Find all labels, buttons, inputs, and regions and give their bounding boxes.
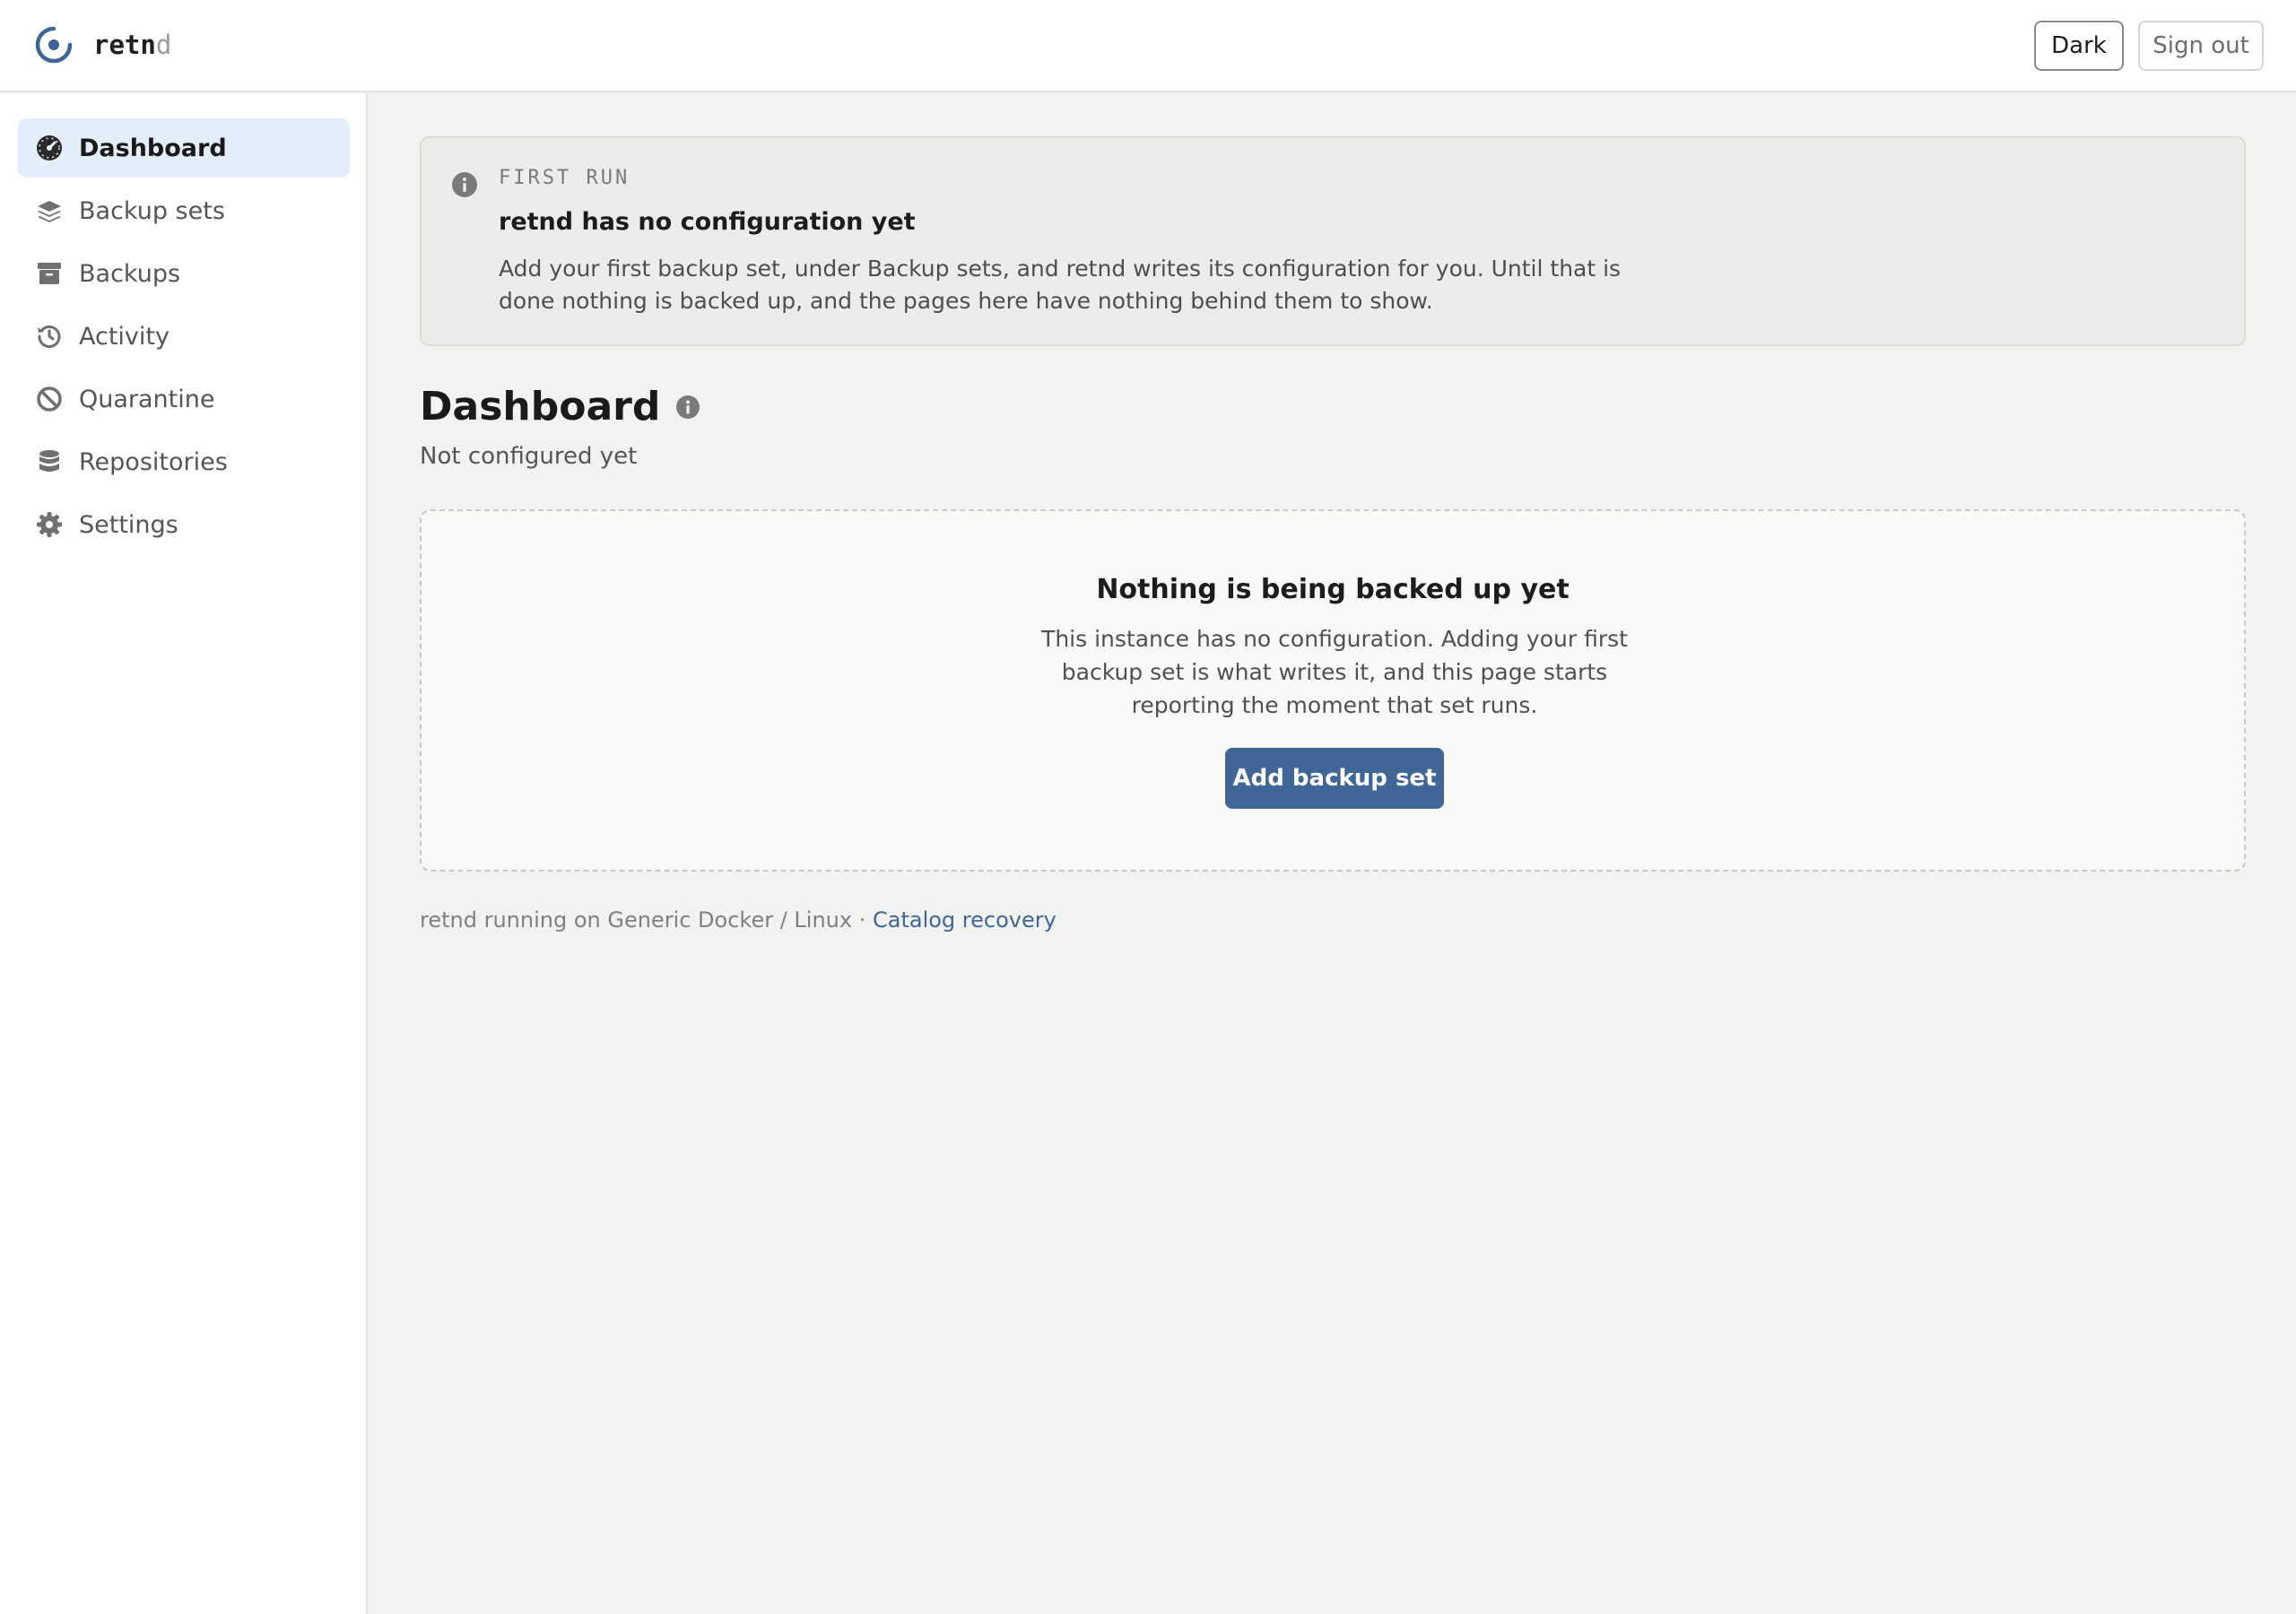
- empty-state-card: Nothing is being backed up yet This inst…: [420, 509, 2246, 872]
- sidebar-item-label: Activity: [79, 322, 170, 351]
- database-icon: [39, 450, 59, 472]
- notice-kicker: FIRST RUN: [499, 167, 631, 189]
- sidebar-item-label: Backups: [79, 259, 181, 288]
- ban-icon: [37, 386, 62, 412]
- layers-icon: [38, 201, 61, 222]
- gear-icon: [37, 512, 62, 537]
- brand[interactable]: retnd: [34, 25, 171, 65]
- page-title-text: Dashboard: [420, 384, 661, 430]
- sidebar-item-backup-sets[interactable]: Backup sets: [18, 181, 350, 240]
- sidebar-item-dashboard[interactable]: Dashboard: [18, 118, 350, 178]
- page-title: Dashboard: [420, 384, 701, 430]
- sidebar-item-label: Backup sets: [79, 196, 225, 225]
- info-icon[interactable]: [674, 394, 701, 421]
- sidebar-item-quarantine[interactable]: Quarantine: [18, 369, 350, 429]
- empty-state-text: This instance has no configuration. Addi…: [1041, 626, 1628, 718]
- sidebar-item-label: Quarantine: [79, 385, 215, 413]
- footer-text: retnd running on Generic Docker / Linux …: [420, 907, 873, 933]
- history-icon: [38, 325, 61, 348]
- add-backup-set-button[interactable]: Add backup set: [1225, 748, 1444, 809]
- sidebar: Dashboard Backup sets Backups Activity Q…: [0, 93, 368, 1614]
- brand-name: retnd: [93, 30, 172, 60]
- sidebar-item-repositories[interactable]: Repositories: [18, 432, 350, 491]
- theme-toggle-button[interactable]: Dark: [2034, 21, 2124, 71]
- info-icon: [452, 172, 477, 197]
- sidebar-item-label: Dashboard: [79, 134, 227, 162]
- archive-icon: [38, 263, 61, 284]
- page-subtitle: Not configured yet: [420, 443, 638, 470]
- notice-text: Add your first backup set, under Backup …: [499, 256, 1622, 314]
- sign-out-button[interactable]: Sign out: [2138, 21, 2264, 71]
- sidebar-item-label: Settings: [79, 510, 178, 539]
- notice-title: retnd has no configuration yet: [499, 208, 916, 236]
- sidebar-item-label: Repositories: [79, 447, 228, 476]
- sidebar-item-backups[interactable]: Backups: [18, 244, 350, 303]
- footer: retnd running on Generic Docker / Linux …: [420, 907, 1057, 933]
- retnd-logo-icon: [35, 26, 73, 64]
- catalog-recovery-link[interactable]: Catalog recovery: [873, 907, 1057, 933]
- top-bar: retnd Dark Sign out: [0, 0, 2296, 92]
- gauge-icon: [37, 135, 62, 161]
- first-run-notice: FIRST RUN retnd has no configuration yet…: [420, 136, 2246, 346]
- sidebar-item-settings[interactable]: Settings: [18, 495, 350, 554]
- sidebar-item-activity[interactable]: Activity: [18, 307, 350, 366]
- empty-state-title: Nothing is being backed up yet: [1096, 574, 1570, 605]
